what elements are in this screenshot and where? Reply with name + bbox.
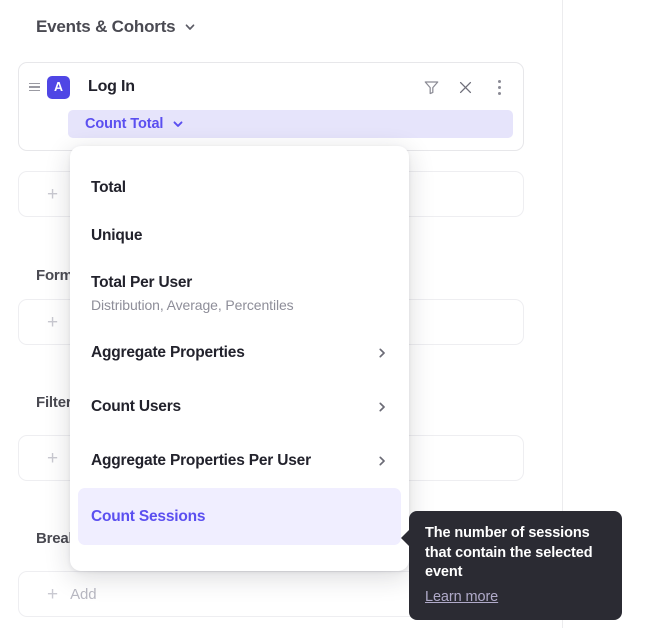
add-label: Add <box>70 586 96 603</box>
count-sessions-tooltip: The number of sessions that contain the … <box>409 511 622 620</box>
menu-item-subtitle: Distribution, Average, Percentiles <box>91 297 294 313</box>
learn-more-link[interactable]: Learn more <box>425 589 498 605</box>
menu-item-title: Count Sessions <box>91 508 205 526</box>
count-total-label: Count Total <box>85 116 163 132</box>
menu-item-title: Unique <box>91 227 142 245</box>
event-letter-badge: A <box>47 76 70 99</box>
event-actions <box>421 77 509 97</box>
tooltip-text: The number of sessions that contain the … <box>425 524 606 583</box>
menu-item-aggregate-properties-per-user[interactable]: Aggregate Properties Per User <box>78 434 401 488</box>
page-title: Events & Cohorts <box>36 17 175 37</box>
chevron-right-icon <box>376 401 388 413</box>
menu-item-title: Count Users <box>91 398 181 416</box>
chevron-right-icon <box>376 347 388 359</box>
more-options-icon[interactable] <box>489 77 509 97</box>
close-icon[interactable] <box>455 77 475 97</box>
menu-item-title: Total <box>91 179 126 197</box>
menu-item-title: Aggregate Properties <box>91 344 245 362</box>
filter-icon[interactable] <box>421 77 441 97</box>
chevron-right-icon <box>376 455 388 467</box>
chevron-down-icon <box>172 118 184 130</box>
event-name[interactable]: Log In <box>88 78 135 96</box>
drag-handle-icon[interactable] <box>23 83 45 91</box>
event-card-header: A Log In <box>19 63 523 111</box>
plus-icon: + <box>47 585 58 604</box>
menu-item-total[interactable]: Total <box>78 164 401 212</box>
menu-item-aggregate-properties[interactable]: Aggregate Properties <box>78 326 401 380</box>
menu-item-title: Total Per User <box>91 274 294 292</box>
menu-item-unique[interactable]: Unique <box>78 212 401 260</box>
plus-icon: + <box>47 313 58 332</box>
measure-dropdown-menu: Total Unique Total Per User Distribution… <box>70 146 409 571</box>
menu-item-total-per-user[interactable]: Total Per User Distribution, Average, Pe… <box>78 260 401 326</box>
count-total-pill[interactable]: Count Total <box>68 110 513 138</box>
menu-item-count-sessions[interactable]: Count Sessions <box>78 488 401 545</box>
menu-item-count-users[interactable]: Count Users <box>78 380 401 434</box>
plus-icon: + <box>47 185 58 204</box>
tooltip-arrow <box>401 529 410 547</box>
menu-item-title: Aggregate Properties Per User <box>91 452 311 470</box>
events-cohorts-header[interactable]: Events & Cohorts <box>36 17 196 37</box>
chevron-down-icon <box>184 21 196 33</box>
plus-icon: + <box>47 449 58 468</box>
